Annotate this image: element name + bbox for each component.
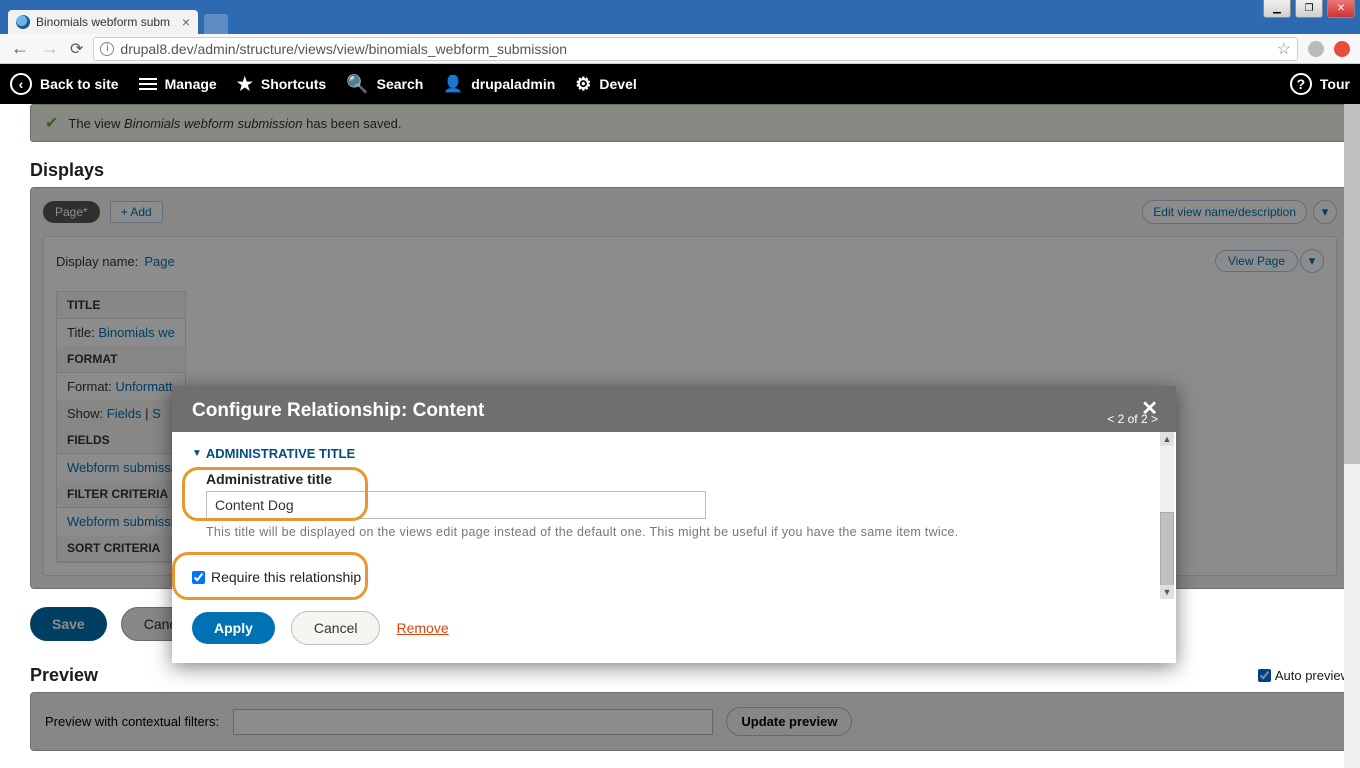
admin-title-label: Administrative title [206, 471, 1156, 487]
search-menu[interactable]: 🔍 Search [346, 74, 423, 95]
modal-scrollbar[interactable]: ▲ ▼ [1160, 432, 1174, 599]
back-arrow-icon: ‹ [10, 73, 32, 95]
shortcuts-label: Shortcuts [261, 76, 326, 92]
shortcuts-menu[interactable]: ★ Shortcuts [237, 74, 326, 95]
filter-link[interactable]: Webform submissi [67, 514, 174, 529]
edit-view-dropdown[interactable]: ▾ [1313, 200, 1337, 224]
scroll-down-icon[interactable]: ▼ [1160, 585, 1174, 599]
window-close[interactable]: ✕ [1327, 0, 1355, 18]
tour-button[interactable]: ? Tour [1290, 73, 1350, 95]
auto-preview-checkbox[interactable] [1258, 669, 1271, 682]
show-link[interactable]: Fields [107, 406, 142, 421]
modal-footer: Apply Cancel Remove [172, 599, 1176, 663]
star-icon: ★ [237, 74, 253, 95]
title-link[interactable]: Binomials we [98, 325, 175, 340]
browser-tab-bar: Binomials webform subm × [0, 8, 1360, 34]
tab-close-icon[interactable]: × [182, 14, 190, 30]
url-input[interactable]: i drupal8.dev/admin/structure/views/view… [93, 37, 1298, 61]
admin-title-input[interactable] [206, 491, 706, 519]
new-tab-button[interactable] [204, 14, 228, 34]
filter-section-header: FILTER CRITERIA [57, 481, 185, 508]
modal-body: ▼ ADMINISTRATIVE TITLE Administrative ti… [172, 432, 1176, 599]
window-minimize[interactable]: ▁ [1263, 0, 1291, 18]
display-name-value[interactable]: Page [144, 254, 174, 269]
tab-favicon [16, 15, 30, 29]
extension-icon-1[interactable] [1308, 41, 1324, 57]
save-button[interactable]: Save [30, 607, 107, 641]
show-row: Show: Fields | S [57, 400, 185, 427]
user-label: drupaladmin [471, 76, 555, 92]
status-text: The view Binomials webform submission ha… [68, 116, 401, 131]
user-icon: 👤 [443, 74, 463, 94]
update-preview-button[interactable]: Update preview [726, 707, 852, 736]
display-name-label: Display name: [56, 254, 138, 269]
auto-preview-label: Auto preview [1275, 668, 1350, 683]
user-menu[interactable]: 👤 drupaladmin [443, 74, 555, 94]
admin-title-help: This title will be displayed on the view… [206, 525, 1156, 539]
modal-cancel-button[interactable]: Cancel [291, 611, 381, 645]
triangle-down-icon: ▼ [192, 448, 202, 459]
page-scrollbar[interactable] [1344, 104, 1360, 768]
back-to-site-label: Back to site [40, 76, 119, 92]
reload-icon[interactable]: ⟳ [70, 39, 83, 59]
fields-section-header: FIELDS [57, 427, 185, 454]
browser-tab-active[interactable]: Binomials webform subm × [8, 10, 198, 34]
displays-heading: Displays [30, 160, 1350, 181]
back-to-site[interactable]: ‹ Back to site [10, 73, 119, 95]
contextual-input[interactable] [233, 709, 713, 735]
modal-title: Configure Relationship: Content [192, 400, 1156, 422]
url-text: drupal8.dev/admin/structure/views/view/b… [120, 41, 567, 57]
format-link[interactable]: Unformatt [115, 379, 172, 394]
site-info-icon[interactable]: i [100, 42, 114, 56]
modal-header: Configure Relationship: Content ✕ < 2 of… [172, 386, 1176, 432]
format-row: Format: Unformatt [57, 373, 185, 400]
configure-relationship-modal: Configure Relationship: Content ✕ < 2 of… [172, 386, 1176, 663]
devel-menu[interactable]: ⚙ Devel [575, 74, 637, 95]
add-display-button[interactable]: + Add [110, 201, 163, 223]
search-icon: 🔍 [346, 74, 368, 95]
title-row: Title: Binomials we [57, 319, 185, 346]
remove-link[interactable]: Remove [396, 620, 448, 636]
page-content: ✔ The view Binomials webform submission … [0, 104, 1360, 768]
preview-box: Preview with contextual filters: Update … [30, 692, 1350, 751]
drupal-admin-toolbar: ‹ Back to site Manage ★ Shortcuts 🔍 Sear… [0, 64, 1360, 104]
view-page-button[interactable]: View Page [1215, 250, 1298, 272]
search-label: Search [377, 76, 424, 92]
scroll-up-icon[interactable]: ▲ [1160, 432, 1174, 446]
devel-label: Devel [599, 76, 636, 92]
admin-title-section-toggle[interactable]: ▼ ADMINISTRATIVE TITLE [192, 446, 1156, 461]
tab-title: Binomials webform subm [36, 15, 170, 29]
check-icon: ✔ [45, 113, 58, 133]
window-controls: ▁ ❐ ✕ [1263, 0, 1355, 18]
contextual-label: Preview with contextual filters: [45, 714, 219, 729]
nav-back-icon[interactable]: ← [10, 38, 30, 59]
help-icon: ? [1290, 73, 1312, 95]
require-relationship-checkbox[interactable] [192, 571, 205, 584]
sort-section-header: SORT CRITERIA [57, 535, 185, 562]
modal-pager[interactable]: < 2 of 2 > [1107, 412, 1158, 426]
status-message: ✔ The view Binomials webform submission … [30, 104, 1350, 142]
title-section-header: TITLE [57, 292, 185, 319]
view-page-dropdown[interactable]: ▾ [1300, 249, 1324, 273]
bookmark-star-icon[interactable]: ☆ [1277, 39, 1291, 59]
field-link[interactable]: Webform submissi [67, 460, 174, 475]
chrome-frame-top [0, 0, 1360, 8]
browser-address-bar: ← → ⟳ i drupal8.dev/admin/structure/view… [0, 34, 1360, 64]
manage-label: Manage [165, 76, 217, 92]
hamburger-icon [139, 78, 157, 90]
page-scroll-thumb[interactable] [1344, 104, 1360, 464]
extension-icon-2[interactable] [1334, 41, 1350, 57]
nav-forward-icon: → [40, 38, 60, 59]
apply-button[interactable]: Apply [192, 612, 275, 644]
format-section-header: FORMAT [57, 346, 185, 373]
tour-label: Tour [1320, 76, 1350, 92]
window-restore[interactable]: ❐ [1295, 0, 1323, 18]
manage-menu[interactable]: Manage [139, 76, 217, 92]
require-relationship-label: Require this relationship [211, 569, 361, 585]
edit-view-name-button[interactable]: Edit view name/description [1142, 200, 1307, 224]
display-tab-page[interactable]: Page* [43, 201, 100, 223]
preview-heading: Preview Auto preview [30, 665, 1350, 686]
gear-icon: ⚙ [575, 74, 591, 95]
